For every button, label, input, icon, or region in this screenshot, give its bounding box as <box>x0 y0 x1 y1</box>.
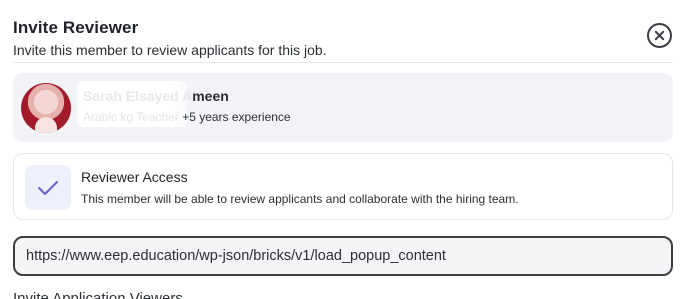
reviewer-access-option[interactable]: Reviewer Access This member will be able… <box>13 153 673 220</box>
member-experience: +5 years experience <box>182 110 291 124</box>
access-check-badge <box>25 165 71 210</box>
access-title: Reviewer Access <box>81 169 188 185</box>
header-divider <box>13 62 673 63</box>
avatar <box>21 83 71 133</box>
check-icon <box>38 180 58 195</box>
url-input[interactable]: https://www.eep.education/wp-json/bricks… <box>13 236 673 276</box>
member-name-redacted: Sarah Elsayed A <box>83 88 193 104</box>
member-card: Sarah Elsayed Ameen Arabic kg Teacher +5… <box>13 73 673 142</box>
invite-reviewer-modal: Invite Reviewer Invite this member to re… <box>0 0 689 299</box>
member-name: Sarah Elsayed Ameen <box>83 88 229 104</box>
member-name-visible: meen <box>192 88 229 104</box>
member-role: Arabic kg Teacher <box>83 110 179 124</box>
access-description: This member will be able to review appli… <box>81 192 519 206</box>
modal-title: Invite Reviewer <box>13 18 139 37</box>
close-icon <box>654 30 665 41</box>
modal-subtitle: Invite this member to review applicants … <box>13 42 327 58</box>
member-meta: Arabic kg Teacher +5 years experience <box>83 110 291 124</box>
close-button[interactable] <box>647 23 672 48</box>
invite-viewers-heading: Invite Application Viewers <box>13 290 183 299</box>
